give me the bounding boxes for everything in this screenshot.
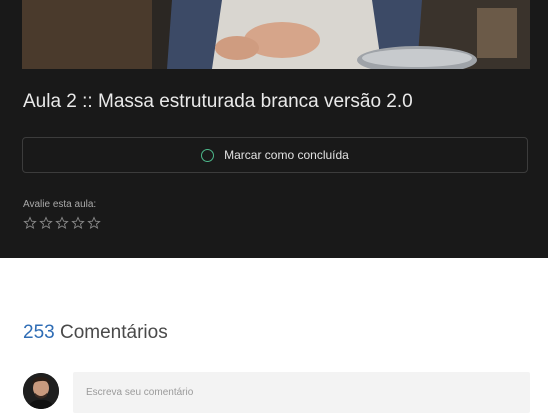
- lesson-panel: Aula 2 :: Massa estruturada branca versã…: [0, 0, 548, 258]
- mark-complete-label: Marcar como concluída: [224, 148, 349, 162]
- comments-section: 253 Comentários: [0, 258, 548, 419]
- video-player[interactable]: [22, 0, 530, 69]
- avatar[interactable]: [23, 373, 59, 409]
- mark-complete-button[interactable]: Marcar como concluída: [22, 137, 528, 173]
- star-2-icon[interactable]: [38, 215, 54, 231]
- comments-heading: 253 Comentários: [23, 322, 168, 344]
- star-rating: [22, 215, 102, 231]
- user-avatar-image: [23, 373, 59, 409]
- lesson-title: Aula 2 :: Massa estruturada branca versã…: [23, 91, 413, 112]
- star-5-icon[interactable]: [86, 215, 102, 231]
- rate-lesson-label: Avalie esta aula:: [23, 199, 97, 210]
- circle-outline-icon: [201, 148, 215, 162]
- star-3-icon[interactable]: [54, 215, 70, 231]
- video-frame: [22, 0, 530, 69]
- star-1-icon[interactable]: [22, 215, 38, 231]
- star-4-icon[interactable]: [70, 215, 86, 231]
- comments-label: Comentários: [54, 322, 168, 343]
- comments-count: 253: [23, 322, 55, 343]
- comment-input[interactable]: [73, 372, 530, 413]
